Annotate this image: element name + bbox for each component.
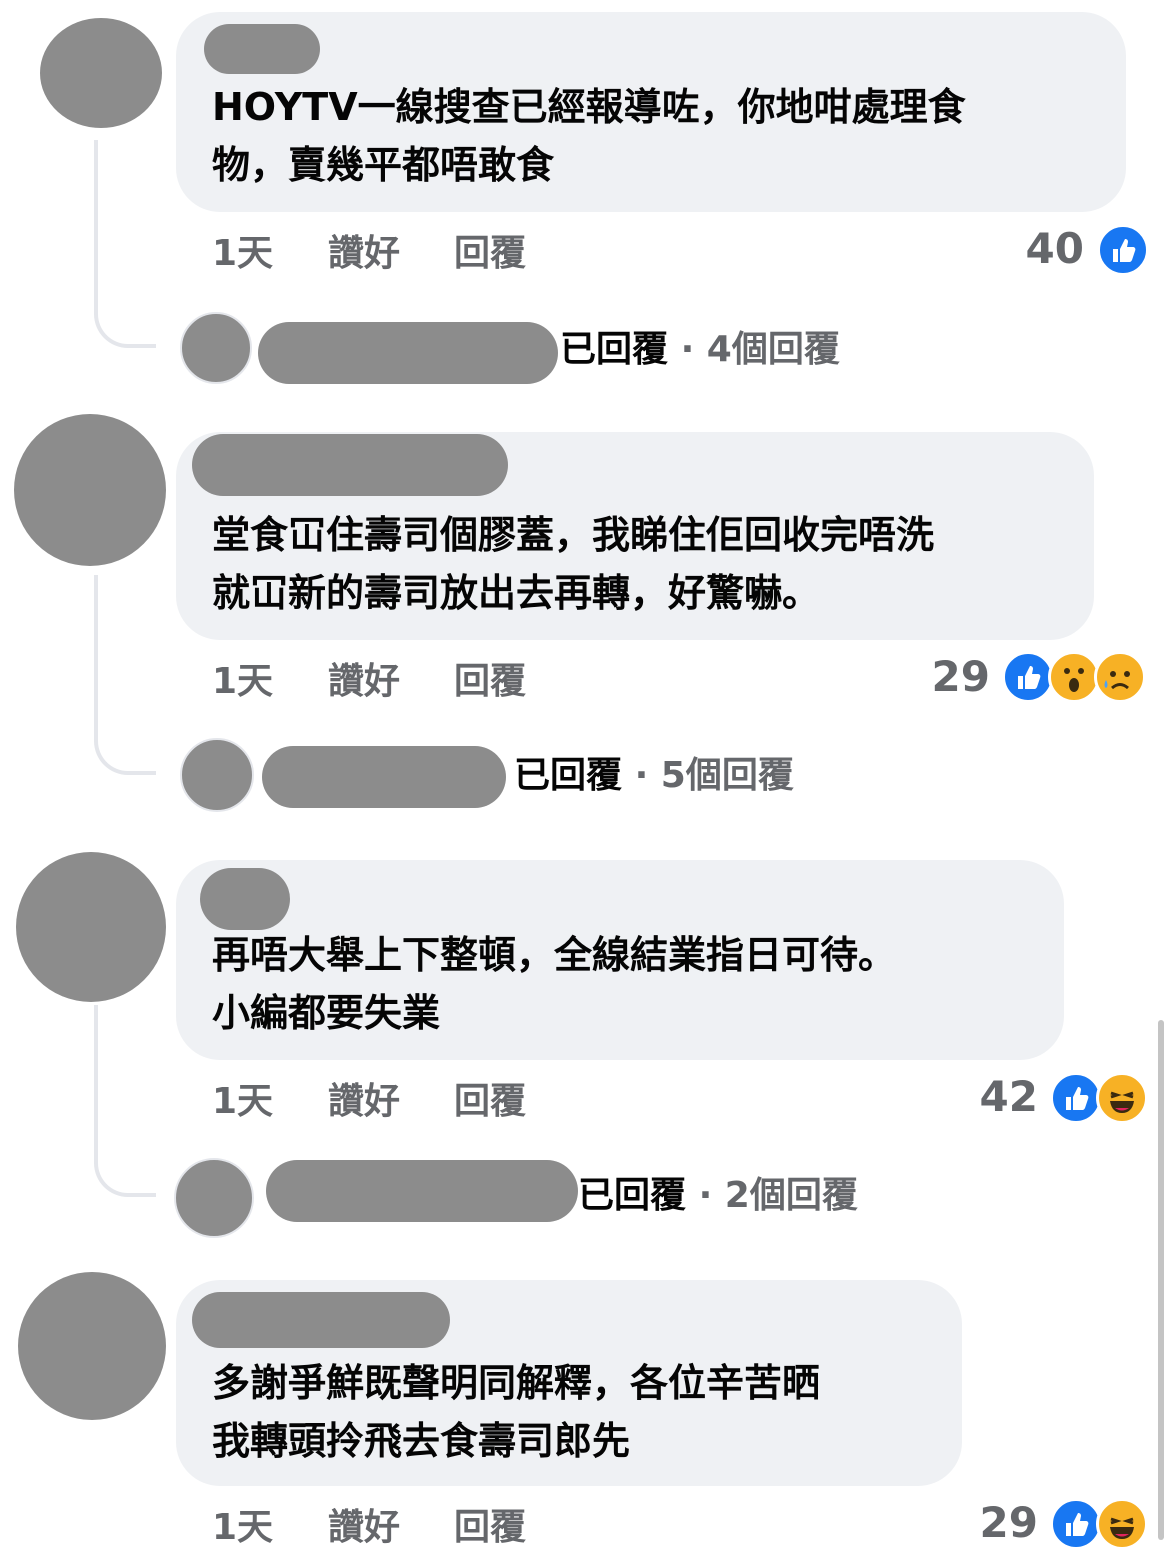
thread-connector [94, 575, 156, 775]
reaction-count[interactable]: 42 [954, 1076, 1038, 1118]
redacted-commenter-name[interactable] [200, 868, 290, 930]
thread-connector [94, 1005, 156, 1197]
redacted-commenter-name[interactable] [204, 24, 320, 74]
comment-list: HOYTV一線搜查已經報導咗，你地咁處理食 物，賣幾平都唔敢食 1天 讚好 回覆… [0, 0, 1170, 1560]
redacted-commenter-name[interactable] [192, 434, 508, 496]
scrollbar[interactable] [1158, 1020, 1164, 1540]
haha-icon[interactable] [1096, 1498, 1148, 1550]
comment-text: 多謝爭鮮既聲明同解釋，各位辛苦晒 我轉頭拎飛去食壽司郎先 [212, 1361, 821, 1463]
comment-timestamp[interactable]: 1天 [212, 1082, 273, 1122]
reply-button[interactable]: 回覆 [454, 1082, 526, 1122]
commenter-avatar[interactable] [16, 852, 166, 1002]
like-icon[interactable] [1097, 224, 1149, 276]
reply-button[interactable]: 回覆 [454, 662, 526, 702]
commenter-avatar[interactable] [40, 18, 162, 128]
like-icon[interactable] [1050, 1498, 1102, 1550]
commenter-avatar[interactable] [18, 1272, 166, 1420]
comment-timestamp[interactable]: 1天 [212, 234, 273, 274]
redacted-replier-name[interactable] [262, 746, 506, 808]
redacted-replier-name[interactable] [258, 322, 558, 384]
sad-icon[interactable] [1094, 651, 1146, 703]
comment-text: 再唔大舉上下整頓，全線結業指日可待。 小編都要失業 [212, 933, 897, 1035]
like-button[interactable]: 讚好 [328, 1508, 400, 1548]
like-icon[interactable] [1050, 1072, 1102, 1124]
thread-connector [94, 140, 156, 348]
comment-timestamp[interactable]: 1天 [212, 1508, 273, 1548]
view-replies-link[interactable]: 已回覆 · 2個回覆 [578, 1176, 858, 1216]
reaction-count[interactable]: 29 [906, 656, 990, 698]
replier-avatar[interactable] [180, 312, 252, 384]
reply-button[interactable]: 回覆 [454, 1508, 526, 1548]
redacted-commenter-name[interactable] [192, 1292, 450, 1348]
commenter-avatar[interactable] [14, 414, 166, 566]
replier-avatar[interactable] [180, 738, 254, 812]
reaction-count[interactable]: 40 [1000, 228, 1084, 270]
redacted-replier-name[interactable] [266, 1160, 578, 1222]
reaction-count[interactable]: 29 [954, 1502, 1038, 1544]
comment-timestamp[interactable]: 1天 [212, 662, 273, 702]
view-replies-link[interactable]: 已回覆 · 4個回覆 [560, 330, 840, 370]
like-icon[interactable] [1002, 651, 1054, 703]
haha-icon[interactable] [1096, 1072, 1148, 1124]
like-button[interactable]: 讚好 [328, 662, 400, 702]
reply-button[interactable]: 回覆 [454, 234, 526, 274]
wow-icon[interactable] [1048, 651, 1100, 703]
like-button[interactable]: 讚好 [328, 234, 400, 274]
like-button[interactable]: 讚好 [328, 1082, 400, 1122]
replier-avatar[interactable] [174, 1158, 254, 1238]
comment-text: HOYTV一線搜查已經報導咗，你地咁處理食 物，賣幾平都唔敢食 [212, 85, 966, 187]
comment-text: 堂食冚住壽司個膠蓋，我睇住佢回收完唔洗 就冚新的壽司放出去再轉，好驚嚇。 [212, 513, 935, 615]
view-replies-link[interactable]: 已回覆 · 5個回覆 [514, 756, 794, 796]
